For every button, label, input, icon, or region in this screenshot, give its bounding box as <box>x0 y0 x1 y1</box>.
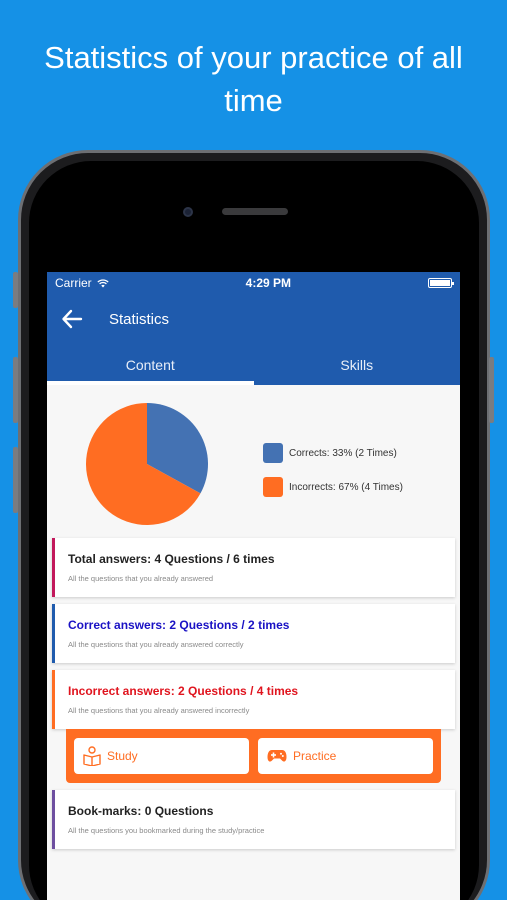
tab-bar: Content Skills <box>47 344 460 385</box>
headline: Statistics of your practice of all time <box>44 40 463 118</box>
phone-volume-down <box>13 447 18 513</box>
total-answers-subtitle: All the questions that you already answe… <box>68 574 214 583</box>
chart-legend: Corrects: 33% (2 Times) Incorrects: 67% … <box>263 443 403 511</box>
legend-swatch-incorrects <box>263 477 283 497</box>
practice-label: Practice <box>293 749 337 763</box>
incorrect-answers-subtitle: All the questions that you already answe… <box>68 706 250 715</box>
phone-mute-switch <box>13 272 18 308</box>
bookmarks-title: Book-marks: 0 Questions <box>68 804 214 818</box>
correct-answers-subtitle: All the questions that you already answe… <box>68 640 244 649</box>
status-bar: Carrier 4:29 PM <box>47 272 460 294</box>
tab-content[interactable]: Content <box>47 344 254 385</box>
battery-icon <box>428 278 454 288</box>
carrier-label: Carrier <box>55 276 92 290</box>
front-camera <box>183 207 193 217</box>
page-title: Statistics <box>109 310 170 328</box>
legend-label-corrects: Corrects: 33% (2 Times) <box>289 447 397 459</box>
legend-item-corrects: Corrects: 33% (2 Times) <box>263 443 403 463</box>
book-icon <box>83 746 101 766</box>
correct-answers-title: Correct answers: 2 Questions / 2 times <box>68 618 290 632</box>
study-button[interactable]: Study <box>74 738 249 774</box>
phone-power-button <box>489 357 494 423</box>
correct-answers-card[interactable]: Correct answers: 2 Questions / 2 times A… <box>52 604 455 663</box>
gamepad-icon <box>267 750 287 762</box>
back-arrow-icon[interactable] <box>61 308 83 330</box>
status-time: 4:29 PM <box>245 276 292 290</box>
bookmarks-subtitle: All the questions you bookmarked during … <box>68 826 265 835</box>
statistics-chart: Corrects: 33% (2 Times) Incorrects: 67% … <box>52 385 455 538</box>
incorrect-actions-panel: Study Practice <box>66 729 441 783</box>
phone-volume-up <box>13 357 18 423</box>
wifi-icon <box>97 278 109 287</box>
total-answers-card[interactable]: Total answers: 4 Questions / 6 times All… <box>52 538 455 597</box>
incorrect-answers-title: Incorrect answers: 2 Questions / 4 times <box>68 684 299 698</box>
bookmarks-card[interactable]: Book-marks: 0 Questions All the question… <box>52 790 455 849</box>
incorrect-answers-card[interactable]: Incorrect answers: 2 Questions / 4 times… <box>52 670 455 729</box>
earpiece-speaker <box>222 208 288 215</box>
pie-chart <box>85 403 208 525</box>
practice-button[interactable]: Practice <box>258 738 433 774</box>
legend-swatch-corrects <box>263 443 283 463</box>
app-screen: Carrier 4:29 PM Statistics Content Skill… <box>47 272 460 900</box>
tab-skills[interactable]: Skills <box>254 344 461 385</box>
legend-label-incorrects: Incorrects: 67% (4 Times) <box>289 481 403 493</box>
app-header: Carrier 4:29 PM Statistics Content Skill… <box>47 272 460 385</box>
total-answers-title: Total answers: 4 Questions / 6 times <box>68 552 275 566</box>
study-label: Study <box>107 749 138 763</box>
legend-item-incorrects: Incorrects: 67% (4 Times) <box>263 477 403 497</box>
